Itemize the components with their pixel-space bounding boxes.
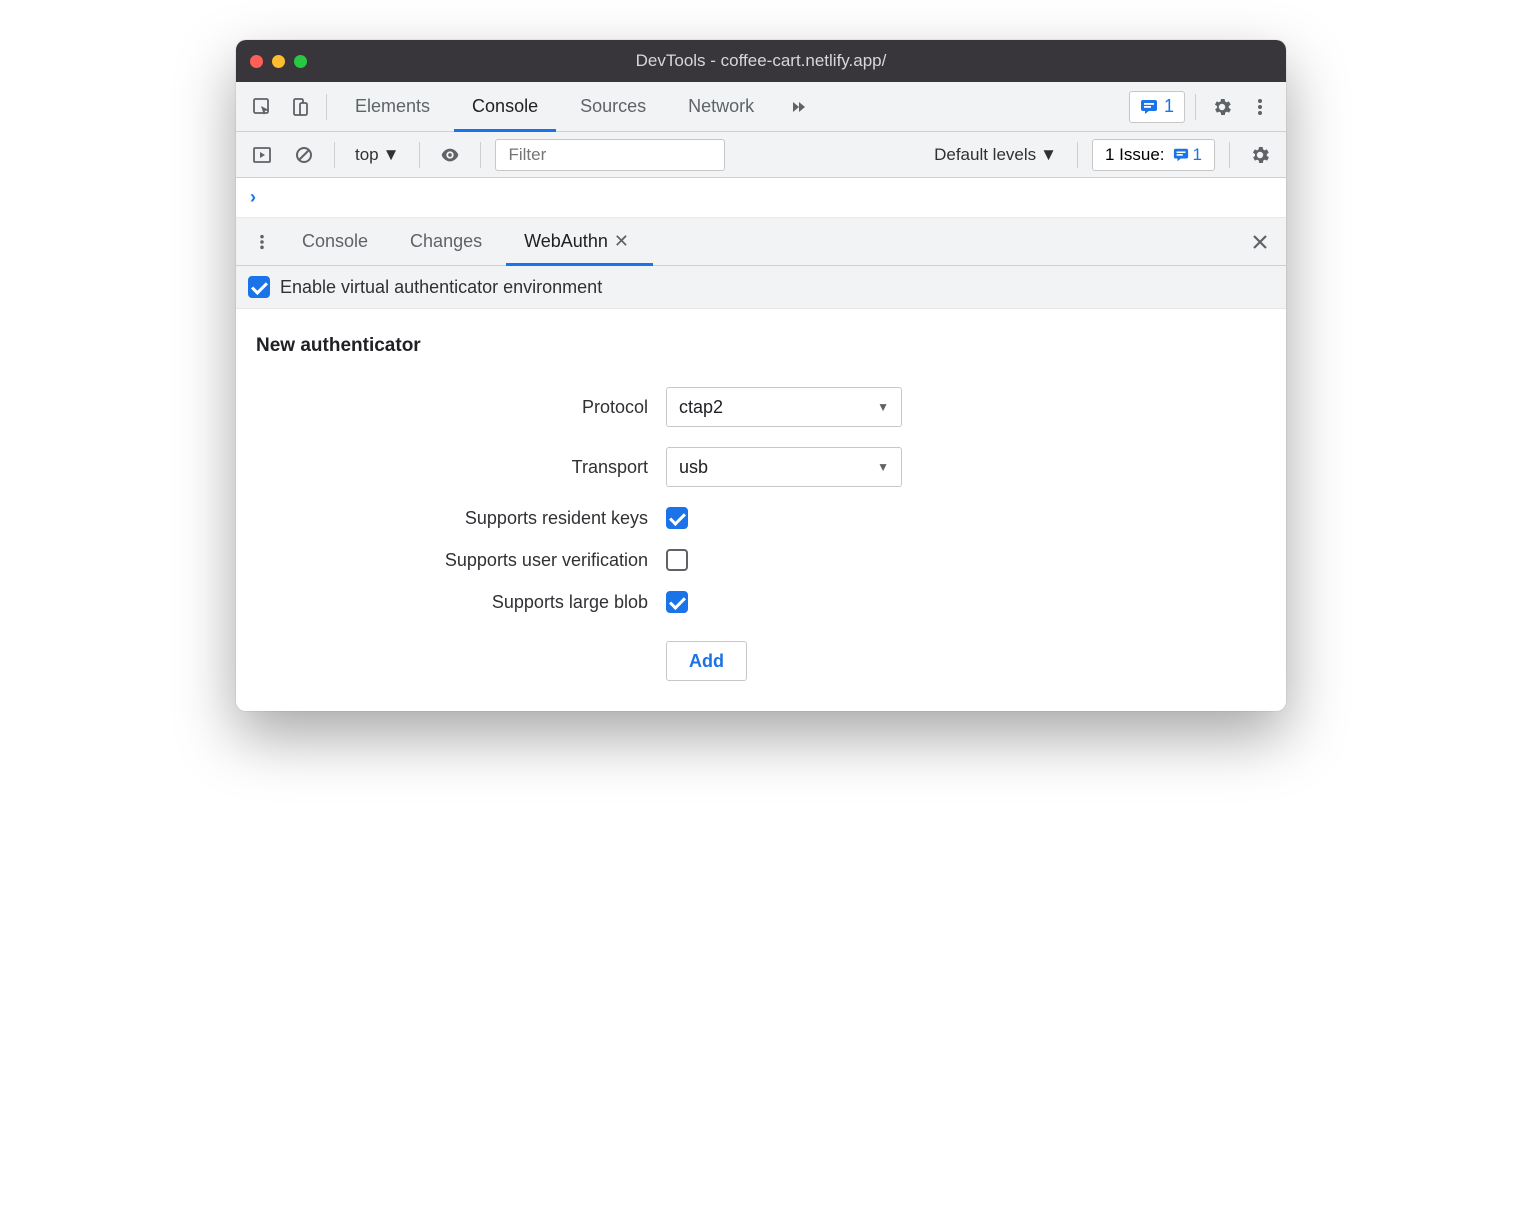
console-settings-icon[interactable] — [1244, 139, 1276, 171]
console-prompt[interactable]: › — [236, 178, 1286, 218]
close-drawer-icon[interactable] — [1244, 226, 1276, 258]
minimize-window-button[interactable] — [272, 55, 285, 68]
sidebar-toggle-icon[interactable] — [246, 139, 278, 171]
console-toolbar: top ▼ Default levels ▼ 1 Issue: 1 — [236, 132, 1286, 178]
large-blob-row: Supports large blob — [256, 591, 1266, 613]
settings-icon[interactable] — [1206, 91, 1238, 123]
tab-elements[interactable]: Elements — [337, 82, 448, 131]
drawer-tabbar: Console Changes WebAuthn ✕ — [236, 218, 1286, 266]
add-button[interactable]: Add — [666, 641, 747, 681]
live-expression-icon[interactable] — [434, 139, 466, 171]
new-authenticator-panel: New authenticator Protocol ctap2 ▼ Trans… — [236, 309, 1286, 711]
filter-input[interactable] — [495, 139, 725, 171]
protocol-select[interactable]: ctap2 ▼ — [666, 387, 902, 427]
user-verification-checkbox[interactable] — [666, 549, 688, 571]
dropdown-triangle-icon: ▼ — [877, 460, 889, 474]
maximize-window-button[interactable] — [294, 55, 307, 68]
divider — [1229, 142, 1230, 168]
dropdown-triangle-icon: ▼ — [383, 145, 400, 165]
divider — [1195, 94, 1196, 120]
transport-select[interactable]: usb ▼ — [666, 447, 902, 487]
transport-label: Transport — [256, 457, 666, 478]
user-verification-label: Supports user verification — [256, 550, 666, 571]
tab-network[interactable]: Network — [670, 82, 772, 131]
window-title: DevTools - coffee-cart.netlify.app/ — [250, 51, 1272, 71]
drawer-menu-icon[interactable] — [246, 226, 278, 258]
transport-row: Transport usb ▼ — [256, 447, 1266, 487]
resident-keys-row: Supports resident keys — [256, 507, 1266, 529]
drawer-tab-changes[interactable]: Changes — [392, 218, 500, 265]
messages-badge[interactable]: 1 — [1129, 91, 1185, 123]
user-verification-row: Supports user verification — [256, 549, 1266, 571]
section-title: New authenticator — [256, 335, 1266, 357]
traffic-lights — [250, 55, 307, 68]
clear-console-icon[interactable] — [288, 139, 320, 171]
large-blob-label: Supports large blob — [256, 592, 666, 613]
large-blob-checkbox[interactable] — [666, 591, 688, 613]
divider — [480, 142, 481, 168]
prompt-chevron-icon: › — [250, 187, 256, 208]
device-toolbar-icon[interactable] — [284, 91, 316, 123]
enable-virtual-auth-label: Enable virtual authenticator environment — [280, 277, 602, 298]
protocol-label: Protocol — [256, 397, 666, 418]
issues-badge[interactable]: 1 Issue: 1 — [1092, 139, 1215, 171]
more-menu-icon[interactable] — [1244, 91, 1276, 123]
enable-virtual-auth-checkbox[interactable] — [248, 276, 270, 298]
titlebar: DevTools - coffee-cart.netlify.app/ — [236, 40, 1286, 82]
tab-sources[interactable]: Sources — [562, 82, 664, 131]
dropdown-triangle-icon: ▼ — [1040, 145, 1057, 165]
log-levels-selector[interactable]: Default levels ▼ — [928, 145, 1063, 165]
divider — [334, 142, 335, 168]
messages-count: 1 — [1164, 96, 1174, 117]
close-tab-icon[interactable]: ✕ — [608, 231, 635, 252]
drawer-tab-webauthn[interactable]: WebAuthn ✕ — [506, 218, 653, 265]
inspect-icon[interactable] — [246, 91, 278, 123]
main-tabbar: Elements Console Sources Network 1 — [236, 82, 1286, 132]
enable-virtual-auth-row: Enable virtual authenticator environment — [236, 266, 1286, 309]
more-tabs-icon[interactable] — [782, 91, 814, 123]
tab-console[interactable]: Console — [454, 82, 556, 131]
resident-keys-label: Supports resident keys — [256, 508, 666, 529]
context-selector[interactable]: top ▼ — [349, 145, 405, 165]
drawer-tab-console[interactable]: Console — [284, 218, 386, 265]
protocol-row: Protocol ctap2 ▼ — [256, 387, 1266, 427]
divider — [419, 142, 420, 168]
divider — [1077, 142, 1078, 168]
resident-keys-checkbox[interactable] — [666, 507, 688, 529]
dropdown-triangle-icon: ▼ — [877, 400, 889, 414]
devtools-window: DevTools - coffee-cart.netlify.app/ Elem… — [236, 40, 1286, 711]
divider — [326, 94, 327, 120]
close-window-button[interactable] — [250, 55, 263, 68]
